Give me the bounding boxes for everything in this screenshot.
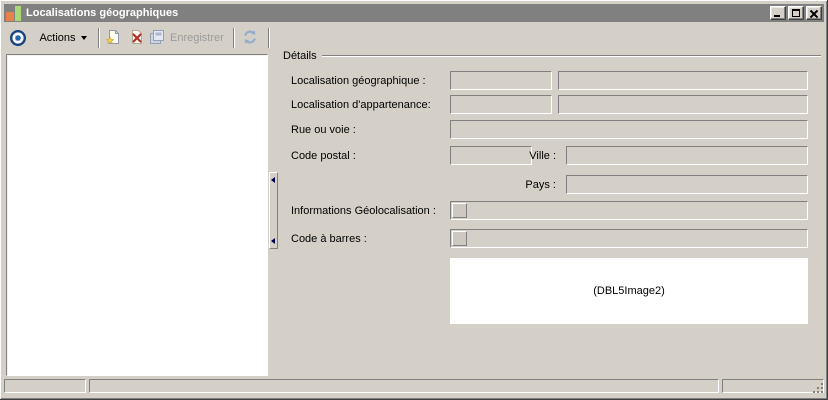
locations-listbox[interactable] bbox=[6, 54, 268, 376]
actions-button[interactable]: Actions bbox=[31, 27, 95, 49]
splitter-collapse-handle[interactable] bbox=[269, 172, 278, 249]
chevron-down-icon bbox=[80, 36, 87, 40]
status-panel bbox=[89, 379, 719, 393]
maximize-button[interactable] bbox=[788, 6, 804, 20]
ville-input[interactable] bbox=[566, 146, 808, 165]
image-placeholder-text: (DBL5Image2) bbox=[593, 285, 665, 297]
geolocalisation-picker-button[interactable] bbox=[452, 203, 467, 218]
status-bar bbox=[3, 378, 825, 395]
app-icon-orange-bar bbox=[6, 11, 14, 21]
field-label-rue-ou-voie: Rue ou voie : bbox=[291, 124, 356, 136]
toolbar: Actions Enregistrer bbox=[2, 23, 826, 53]
window-title: Localisations géographiques bbox=[26, 7, 179, 19]
details-group-border bbox=[322, 55, 821, 57]
delete-icon bbox=[129, 29, 145, 48]
delete-button[interactable] bbox=[125, 27, 148, 49]
close-icon bbox=[810, 10, 818, 17]
new-item-icon bbox=[105, 29, 121, 48]
app-icon-green-bar bbox=[15, 5, 21, 21]
collapse-left-icon bbox=[271, 238, 275, 244]
app-icon bbox=[6, 5, 22, 21]
minimize-button[interactable] bbox=[770, 6, 786, 20]
geolocalisation-field[interactable] bbox=[450, 201, 808, 220]
status-panel bbox=[4, 379, 86, 393]
bullseye-icon bbox=[8, 27, 28, 49]
localisation-geographique-name-input[interactable] bbox=[558, 71, 808, 90]
field-label-code-a-barres: Code à barres : bbox=[291, 233, 367, 245]
pays-input[interactable] bbox=[566, 175, 808, 194]
field-label-code-postal: Code postal : bbox=[291, 150, 356, 162]
code-a-barres-picker-button[interactable] bbox=[452, 231, 467, 246]
refresh-icon bbox=[242, 29, 258, 48]
toolbar-separator bbox=[268, 28, 270, 48]
refresh-button[interactable] bbox=[238, 27, 262, 49]
collapse-left-icon bbox=[271, 177, 275, 183]
image-placeholder-box: (DBL5Image2) bbox=[450, 258, 808, 324]
new-item-button[interactable] bbox=[101, 27, 124, 49]
save-icon bbox=[149, 29, 165, 48]
status-panel bbox=[722, 379, 824, 393]
toolbar-separator bbox=[233, 28, 235, 48]
field-label-ville: Ville : bbox=[529, 150, 556, 162]
details-group-legend: Détails bbox=[283, 50, 317, 62]
toolbar-separator bbox=[98, 28, 100, 48]
titlebar[interactable]: Localisations géographiques bbox=[4, 4, 824, 22]
maximize-icon bbox=[792, 9, 800, 17]
close-button[interactable] bbox=[806, 6, 822, 20]
localisation-appartenance-code-input[interactable] bbox=[450, 95, 552, 114]
resize-grip[interactable] bbox=[811, 381, 824, 394]
field-label-informations-geolocalisation: Informations Géolocalisation : bbox=[291, 205, 436, 217]
save-button-label: Enregistrer bbox=[170, 32, 224, 44]
code-a-barres-field[interactable] bbox=[450, 229, 808, 248]
rue-ou-voie-input[interactable] bbox=[450, 120, 808, 139]
actions-button-label: Actions bbox=[39, 32, 76, 44]
localisation-appartenance-name-input[interactable] bbox=[558, 95, 808, 114]
app-window: Localisations géographiques Actions Enre… bbox=[0, 0, 828, 400]
field-label-localisation-geographique: Localisation géographique : bbox=[291, 75, 426, 87]
save-button[interactable]: Enregistrer bbox=[149, 27, 229, 49]
field-label-pays: Pays : bbox=[525, 179, 556, 191]
field-label-localisation-appartenance: Localisation d'appartenance: bbox=[291, 99, 431, 111]
minimize-icon bbox=[774, 15, 780, 17]
localisation-geographique-code-input[interactable] bbox=[450, 71, 552, 90]
